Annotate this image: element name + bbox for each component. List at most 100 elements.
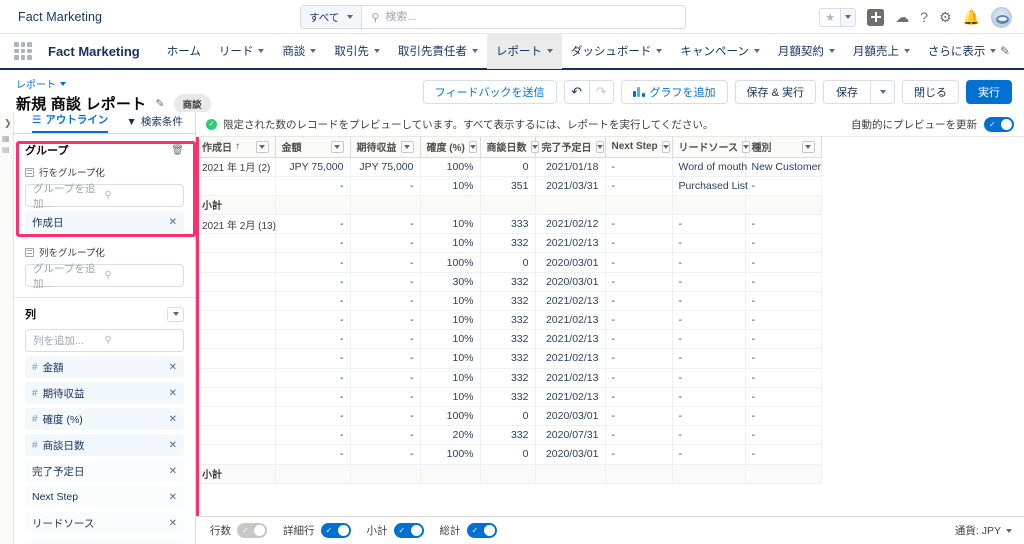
add-row-group-input[interactable]: グループを追加... ⚲ xyxy=(25,183,184,210)
table-cell: - xyxy=(605,387,673,407)
report-header: レポート 新規 商談 レポート ✎ 商談 フィードバックを送信 ↶ ↷ グラフを… xyxy=(0,70,1024,114)
column-menu-icon[interactable] xyxy=(330,140,344,153)
add-col-group-input[interactable]: グループを追加... ⚲ xyxy=(25,263,184,290)
nav-item-opportunities[interactable]: 商談 xyxy=(273,33,325,69)
close-icon[interactable]: ✕ xyxy=(169,440,177,451)
column-chip[interactable]: Next Step ✕ xyxy=(25,486,184,508)
close-icon[interactable]: ✕ xyxy=(169,518,177,529)
save-and-run-button[interactable]: 保存 & 実行 xyxy=(734,80,816,104)
column-chip[interactable]: # 金額 ✕ xyxy=(25,356,184,378)
grand-total-toggle[interactable]: ✓ xyxy=(466,523,497,538)
tab-outline[interactable]: ☰ アウトライン xyxy=(32,112,109,133)
nav-item-contacts[interactable]: 取引先責任者 xyxy=(389,33,487,69)
report-table: 作成日 ↑ 金額 期待収益 確度 (%) 商談日数 完了予定日 Next Step… xyxy=(196,137,822,484)
app-launcher-icon[interactable] xyxy=(14,42,32,60)
nav-item-home[interactable]: ホーム xyxy=(158,33,210,69)
send-feedback-button[interactable]: フィードバックを送信 xyxy=(422,80,557,104)
footer-toggle-row-count[interactable]: 行数 ✓ xyxy=(210,523,267,538)
global-search[interactable]: すべて ⚲ xyxy=(300,5,686,29)
column-chip[interactable]: # 確度 (%) ✕ xyxy=(25,408,184,430)
column-header-probability[interactable]: 確度 (%) xyxy=(420,137,481,158)
redo-button[interactable]: ↷ xyxy=(588,81,613,103)
column-menu-icon[interactable] xyxy=(255,140,269,153)
notifications-bell-icon[interactable]: 🔔 xyxy=(963,10,980,24)
close-icon[interactable]: ✕ xyxy=(169,466,177,477)
edit-nav-pencil-icon[interactable]: ✎ xyxy=(1000,44,1010,58)
column-menu-icon[interactable] xyxy=(801,140,815,153)
nav-item-reports[interactable]: レポート xyxy=(486,33,562,69)
column-chip[interactable]: リードソース ✕ xyxy=(25,512,184,534)
nav-item-dashboards[interactable]: ダッシュボード xyxy=(562,33,672,69)
column-menu-icon[interactable] xyxy=(400,140,414,153)
search-input[interactable] xyxy=(385,11,685,23)
save-menu-button[interactable] xyxy=(870,81,894,103)
column-header-type[interactable]: 種別 xyxy=(745,137,822,158)
close-icon[interactable]: ✕ xyxy=(169,362,177,373)
table-cell xyxy=(196,252,276,273)
detail-rows-toggle[interactable]: ✓ xyxy=(320,523,351,538)
undo-button[interactable]: ↶ xyxy=(564,81,589,103)
cloud-icon[interactable]: ☁ xyxy=(895,10,909,24)
nav-item-monthly-revenue[interactable]: 月額売上 xyxy=(844,33,919,69)
column-chip[interactable]: # 期待収益 ✕ xyxy=(25,382,184,404)
column-header-lead-source[interactable]: リードソース xyxy=(672,137,750,158)
subtotal-toggle[interactable]: ✓ xyxy=(393,523,424,538)
add-icon[interactable] xyxy=(867,8,885,26)
table-row: 2021 年 2月 (13) - -10% 333 2021/02/12- - - xyxy=(196,214,822,235)
nav-item-monthly-contracts[interactable]: 月額契約 xyxy=(769,33,844,69)
footer-toggle-grand-total[interactable]: 総計 ✓ xyxy=(440,523,497,538)
column-header-age[interactable]: 商談日数 xyxy=(480,137,539,158)
column-menu-icon[interactable] xyxy=(595,140,604,153)
tab-filters[interactable]: ▼ 検索条件 xyxy=(126,114,182,133)
nav-item-leads[interactable]: リード xyxy=(210,33,274,69)
close-icon[interactable]: ✕ xyxy=(169,388,177,399)
table-cell: 2021/02/13 xyxy=(535,233,606,254)
column-menu-icon[interactable] xyxy=(661,140,670,153)
favorites-star-icon[interactable]: ★ xyxy=(819,7,857,27)
expand-panel-chevron-icon[interactable]: ❯ xyxy=(4,118,12,129)
table-cell: - xyxy=(350,233,421,254)
column-menu-icon[interactable] xyxy=(530,140,539,153)
rename-pencil-icon[interactable]: ✎ xyxy=(155,97,164,110)
close-icon[interactable]: ✕ xyxy=(169,492,177,503)
auto-preview-toggle[interactable]: ✓ xyxy=(984,116,1014,132)
column-chip[interactable]: 種別 ✕ xyxy=(25,538,184,544)
avatar[interactable] xyxy=(991,6,1012,28)
trash-icon[interactable]: 🗑 xyxy=(171,145,184,156)
search-scope-dropdown[interactable]: すべて xyxy=(301,6,363,28)
close-icon[interactable]: ✕ xyxy=(169,414,177,425)
table-scroll-container[interactable]: 作成日 ↑ 金額 期待収益 確度 (%) 商談日数 完了予定日 Next Step… xyxy=(196,137,1024,516)
column-menu-icon[interactable] xyxy=(742,140,750,153)
column-header-amount[interactable]: 金額 xyxy=(275,137,351,158)
close-button[interactable]: 閉じる xyxy=(902,80,959,104)
check-icon: ✓ xyxy=(471,526,479,535)
column-header-next-step[interactable]: Next Step xyxy=(605,137,673,158)
footer-toggle-detail-rows[interactable]: 詳細行 ✓ xyxy=(283,523,351,538)
footer-toggle-subtotal[interactable]: 小計 ✓ xyxy=(367,523,424,538)
column-header-expected-revenue[interactable]: 期待収益 xyxy=(350,137,421,158)
setup-gear-icon[interactable]: ⚙ xyxy=(939,10,952,24)
column-chip[interactable]: # 商談日数 ✕ xyxy=(25,434,184,456)
help-icon[interactable]: ? xyxy=(920,10,928,24)
preview-icon[interactable]: ▤ xyxy=(2,145,10,154)
table-cell: 100% xyxy=(420,406,481,427)
run-button[interactable]: 実行 xyxy=(966,80,1012,104)
add-chart-button[interactable]: グラフを追加 xyxy=(620,80,728,104)
table-row: - -10% 332 2021/02/13- - - xyxy=(196,368,822,388)
columns-collapse-button[interactable] xyxy=(167,306,184,322)
nav-item-more[interactable]: さらに表示 xyxy=(919,33,1006,69)
column-header-close-date[interactable]: 完了予定日 xyxy=(535,137,606,158)
nav-label: キャンペーン xyxy=(680,46,749,58)
column-menu-icon[interactable] xyxy=(468,140,477,153)
nav-item-accounts[interactable]: 取引先 xyxy=(325,33,389,69)
fields-icon[interactable]: ▦ xyxy=(2,134,10,143)
add-column-input[interactable]: 列を追加... ⚲ xyxy=(25,329,184,352)
save-button[interactable]: 保存 xyxy=(824,81,870,103)
close-icon[interactable]: ✕ xyxy=(169,217,177,228)
column-chip[interactable]: 完了予定日 ✕ xyxy=(25,460,184,482)
row-group-chip[interactable]: 作成日 ✕ xyxy=(25,211,184,233)
column-header-created-date[interactable]: 作成日 ↑ xyxy=(196,137,276,158)
nav-item-campaigns[interactable]: キャンペーン xyxy=(671,33,768,69)
row-count-toggle[interactable]: ✓ xyxy=(237,523,267,538)
currency-selector[interactable]: 通貨: JPY xyxy=(955,523,1012,538)
